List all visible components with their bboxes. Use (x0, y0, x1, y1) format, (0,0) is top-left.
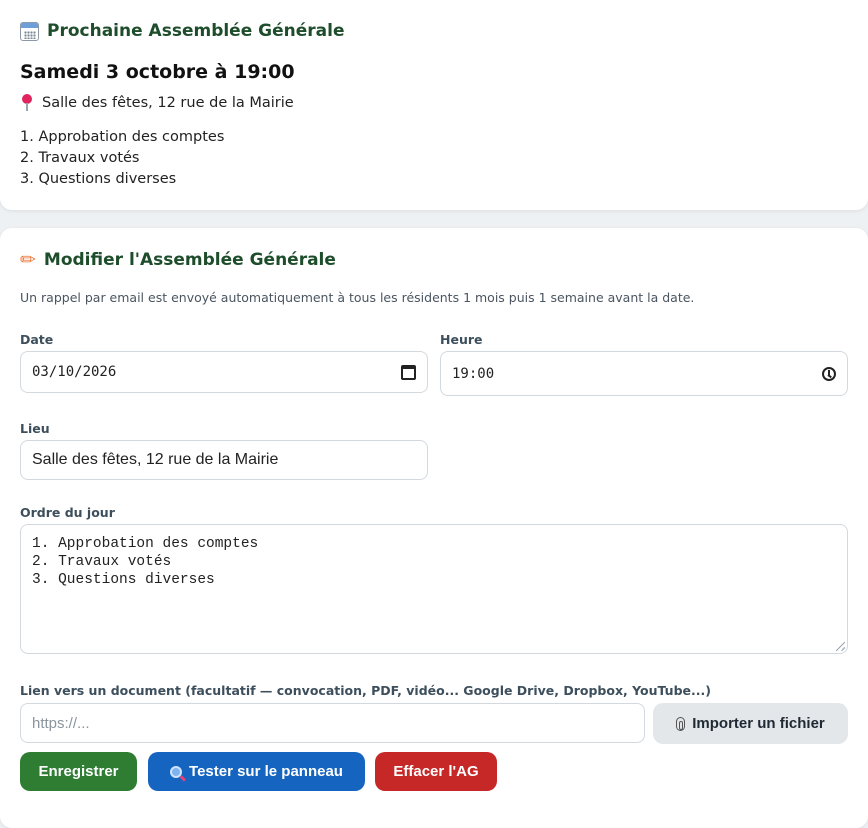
agenda-line: 2. Travaux votés (32, 554, 172, 570)
clear-meeting-button[interactable]: Effacer l'AG (375, 752, 497, 791)
document-url-input[interactable]: https://... (20, 703, 645, 743)
test-on-board-button[interactable]: Tester sur le panneau (148, 752, 365, 791)
pin-icon (20, 94, 34, 112)
test-label: Tester sur le panneau (189, 763, 343, 780)
import-file-button[interactable]: Importer un fichier (653, 703, 848, 744)
save-button[interactable]: Enregistrer (20, 752, 137, 791)
pencil-icon: ✏ (20, 248, 36, 271)
next-meeting-header: Prochaine Assemblée Générale (20, 21, 345, 41)
document-label: Lien vers un document (facultatif — conv… (20, 683, 711, 698)
reminder-hint: Un rappel par email est envoyé automatiq… (20, 290, 695, 305)
document-url-placeholder: https://... (32, 714, 90, 732)
save-label: Enregistrer (38, 763, 119, 780)
time-value: 19:00 (452, 365, 495, 382)
agenda-label: Ordre du jour (20, 505, 115, 520)
resize-handle[interactable] (836, 642, 845, 651)
date-field[interactable]: 03/10/2026 (20, 351, 428, 393)
meeting-place-text: Salle des fêtes, 12 rue de la Mairie (42, 95, 294, 111)
agenda-item: 3. Questions diverses (20, 171, 177, 187)
agenda-textarea[interactable]: 1. Approbation des comptes 2. Travaux vo… (20, 524, 848, 654)
import-file-label: Importer un fichier (692, 715, 825, 732)
agenda-item: 1. Approbation des comptes (20, 129, 225, 145)
calendar-icon (20, 21, 39, 41)
edit-meeting-title: Modifier l'Assemblée Générale (43, 250, 336, 270)
time-label: Heure (440, 332, 483, 347)
edit-meeting-header: ✏ Modifier l'Assemblée Générale (20, 250, 336, 270)
place-label: Lieu (20, 421, 50, 436)
agenda-item: 2. Travaux votés (20, 150, 140, 166)
meeting-datetime: Samedi 3 octobre à 19:00 (20, 61, 295, 83)
date-label: Date (20, 332, 54, 347)
next-meeting-card: Prochaine Assemblée Générale Samedi 3 oc… (0, 0, 868, 210)
time-field[interactable]: 19:00 (440, 351, 848, 396)
clock-icon[interactable] (822, 366, 836, 381)
edit-meeting-card: ✏ Modifier l'Assemblée Générale Un rappe… (0, 228, 868, 828)
agenda-line: 3. Questions diverses (32, 572, 215, 588)
clear-label: Effacer l'AG (393, 763, 479, 780)
place-input[interactable]: Salle des fêtes, 12 rue de la Mairie (20, 440, 428, 480)
calendar-picker-icon[interactable] (401, 364, 416, 380)
date-value: 03/10/2026 (32, 364, 117, 380)
magnifier-icon (170, 765, 183, 778)
agenda-line: 1. Approbation des comptes (32, 536, 259, 552)
meeting-place: Salle des fêtes, 12 rue de la Mairie (20, 94, 294, 112)
next-meeting-title: Prochaine Assemblée Générale (47, 21, 345, 41)
paperclip-icon (676, 716, 686, 731)
place-value: Salle des fêtes, 12 rue de la Mairie (32, 451, 279, 468)
